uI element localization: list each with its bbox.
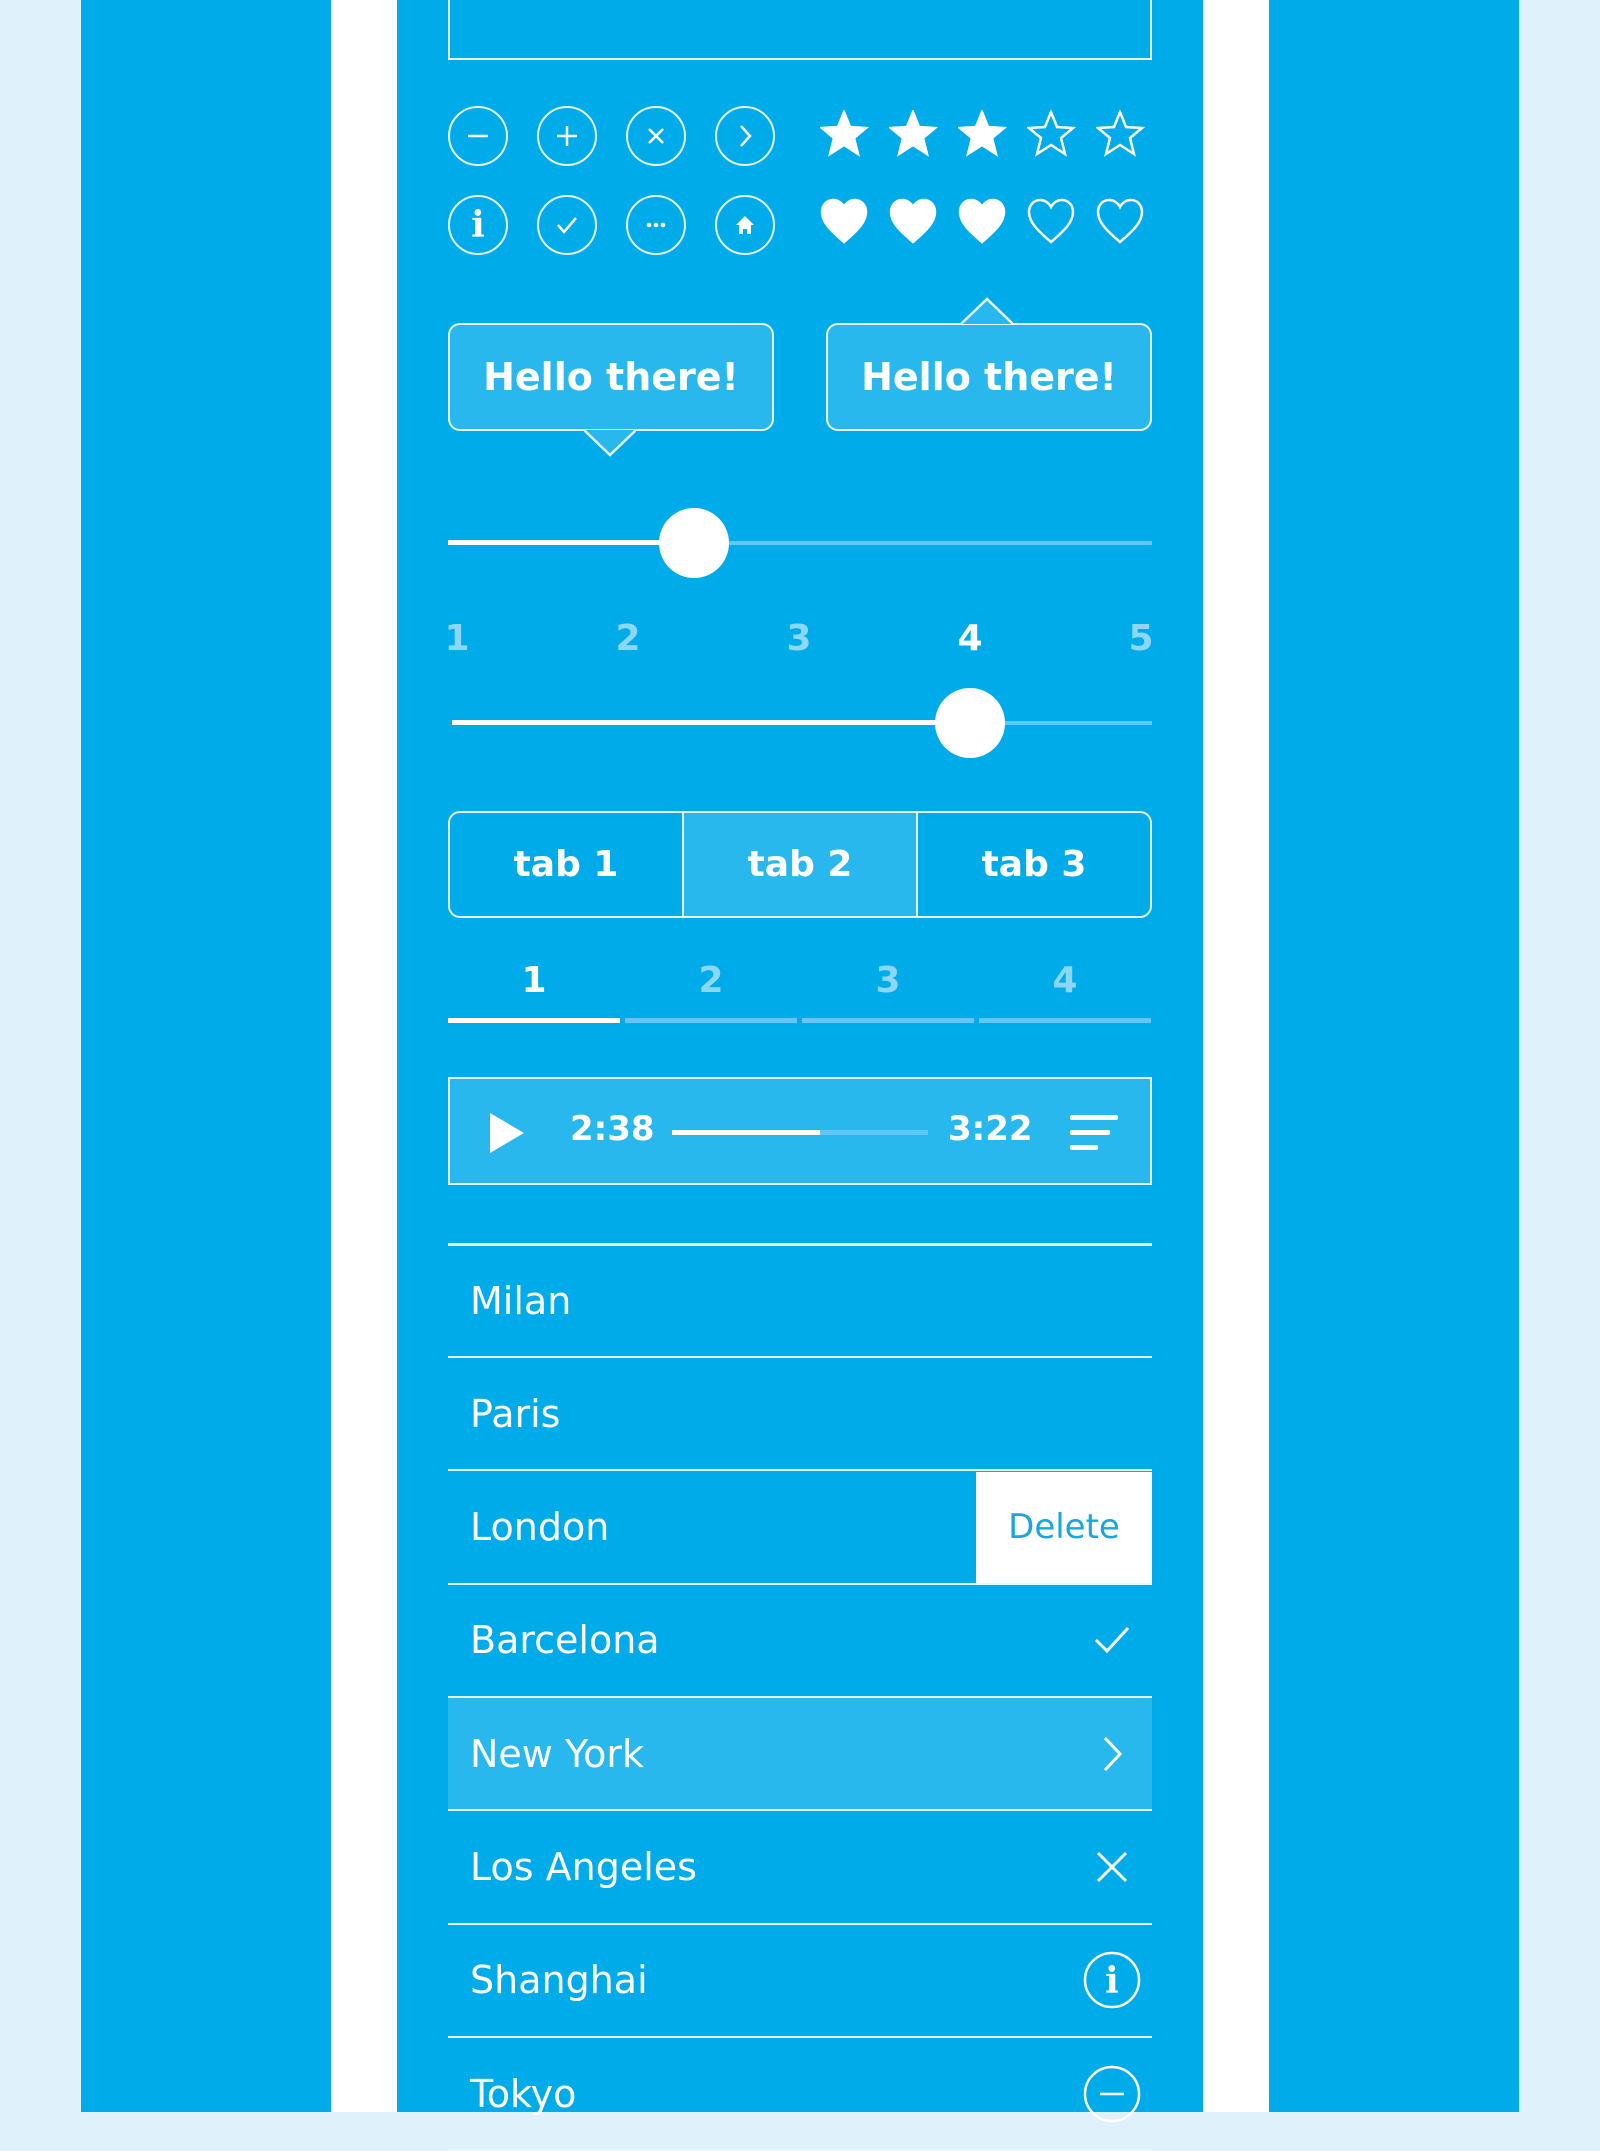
list-item[interactable]: Shanghai i (448, 1925, 1152, 2038)
slider-label[interactable]: 1 (427, 618, 487, 659)
tooltip-text: Hello there! (483, 355, 739, 399)
delete-button[interactable]: Delete (976, 1471, 1152, 1583)
svg-text:i: i (1105, 1960, 1119, 2002)
list-item-label: Paris (470, 1391, 561, 1436)
star-filled-icon[interactable] (958, 110, 1010, 158)
tab-2[interactable]: tab 2 (684, 813, 918, 916)
progress-track[interactable] (672, 1130, 928, 1135)
close-icon[interactable] (1072, 1812, 1152, 1923)
slider-label[interactable]: 3 (769, 618, 829, 659)
star-rating[interactable] (820, 110, 1148, 158)
info-circle-icon[interactable]: i (448, 195, 508, 255)
slider-label[interactable]: 4 (940, 618, 1000, 659)
plus-circle-icon[interactable] (537, 106, 597, 166)
tooltip-top-arrow: Hello there! (826, 323, 1152, 431)
list-item[interactable]: Los Angeles (448, 1812, 1152, 1925)
list-item[interactable]: New York (448, 1698, 1152, 1812)
stepped-slider-fill (452, 720, 970, 725)
list-item[interactable]: Barcelona (448, 1585, 1152, 1698)
slider-label[interactable]: 2 (598, 618, 658, 659)
tab-1[interactable]: tab 1 (450, 813, 684, 916)
step-2[interactable]: 2 (625, 960, 797, 1001)
left-border (331, 0, 397, 2112)
list-item-label: New York (470, 1731, 645, 1776)
text-area[interactable] (448, 0, 1152, 60)
heart-rating[interactable] (820, 198, 1148, 246)
list-item-label: Shanghai (470, 1958, 648, 2003)
heart-filled-icon[interactable] (889, 198, 941, 246)
total-time: 3:22 (948, 1109, 1033, 1149)
list-item-label: London (470, 1505, 610, 1550)
list-item-label: Tokyo (470, 2071, 577, 2116)
list-item-label: Los Angeles (470, 1845, 697, 1889)
tab-label: tab 2 (747, 844, 853, 885)
star-filled-icon[interactable] (889, 110, 941, 158)
slider-thumb[interactable] (659, 508, 730, 578)
step-1[interactable]: 1 (448, 960, 620, 1001)
tab-label: tab 3 (981, 844, 1087, 885)
tab-label: tab 1 (513, 844, 619, 885)
heart-empty-icon[interactable] (1096, 198, 1148, 246)
chevron-right-circle-icon[interactable] (715, 106, 775, 166)
home-circle-icon[interactable] (715, 195, 775, 255)
chevron-right-icon[interactable] (1072, 1698, 1152, 1809)
right-border (1203, 0, 1269, 2112)
heart-filled-icon[interactable] (958, 198, 1010, 246)
list-item[interactable]: London Delete (448, 1471, 1152, 1585)
slider-fill (448, 540, 695, 545)
heart-empty-icon[interactable] (1027, 198, 1079, 246)
audio-player: 2:38 3:22 (448, 1077, 1152, 1185)
list-item[interactable]: Milan (448, 1245, 1152, 1358)
info-circle-icon[interactable]: i (1072, 1925, 1152, 2036)
more-circle-icon[interactable] (626, 195, 686, 255)
playlist-icon[interactable] (1068, 1113, 1120, 1153)
step-4[interactable]: 4 (979, 960, 1151, 1001)
star-empty-icon[interactable] (1027, 110, 1079, 158)
tooltip-bottom-arrow: Hello there! (448, 323, 774, 431)
list-item[interactable]: Tokyo (448, 2038, 1152, 2151)
tab-3[interactable]: tab 3 (918, 813, 1150, 916)
check-circle-icon[interactable] (537, 195, 597, 255)
list-item-label: Milan (470, 1278, 572, 1323)
tooltip-arrow-up (961, 297, 1013, 325)
step-3[interactable]: 3 (802, 960, 974, 1001)
check-icon[interactable] (1072, 1585, 1152, 1696)
minus-circle-icon[interactable] (1072, 2038, 1152, 2149)
minus-circle-icon[interactable] (448, 106, 508, 166)
list-item[interactable]: Paris (448, 1358, 1152, 1472)
progress-fill (672, 1130, 821, 1135)
star-filled-icon[interactable] (820, 110, 872, 158)
step-bar (625, 1018, 797, 1023)
heart-filled-icon[interactable] (820, 198, 872, 246)
step-bar (802, 1018, 974, 1023)
stepped-slider-thumb[interactable] (935, 688, 1005, 758)
tooltip-text: Hello there! (861, 355, 1117, 399)
star-empty-icon[interactable] (1096, 110, 1148, 158)
slider-label[interactable]: 5 (1111, 618, 1171, 659)
segmented-tabs: tab 1 tab 2 tab 3 (448, 811, 1152, 918)
step-bar (448, 1018, 620, 1023)
play-icon[interactable] (488, 1111, 528, 1155)
list-item-label: Barcelona (470, 1618, 660, 1663)
elapsed-time: 2:38 (570, 1109, 655, 1149)
step-bar (979, 1018, 1151, 1023)
tooltip-arrow-down (584, 429, 636, 457)
close-circle-icon[interactable] (626, 106, 686, 166)
